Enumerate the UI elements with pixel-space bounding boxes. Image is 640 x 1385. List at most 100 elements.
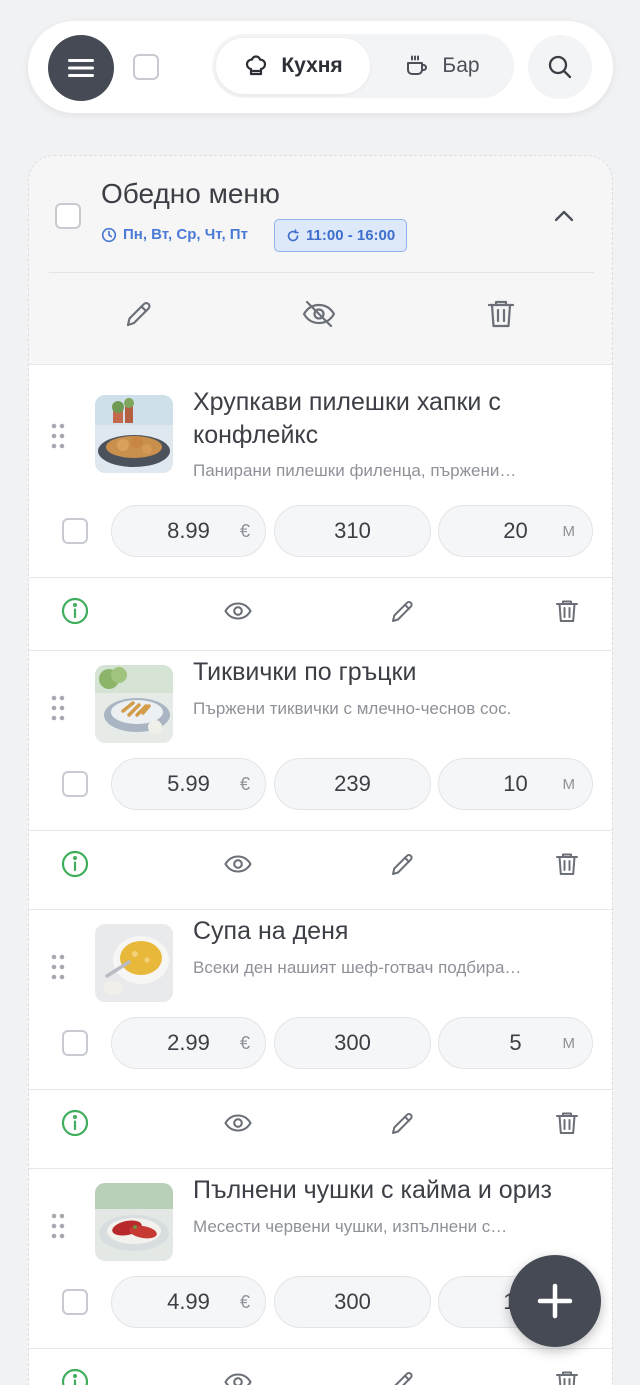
item-description: Панирани пилешки филенца, пържени… [193,461,517,480]
menu-item-card: Супа на деня Всеки ден нашият шеф-готвач… [29,909,612,1195]
edit-menu-icon[interactable] [121,296,157,332]
tab-bar-label: Бар [442,54,480,77]
prep-time-field[interactable]: 5 M [438,1017,593,1069]
weight-field[interactable]: 310 [274,505,431,557]
chef-hat-icon [246,55,267,76]
weight-value: 300 [334,1289,371,1314]
section-switcher: Кухня Бар [212,34,514,98]
item-checkbox[interactable] [62,1289,88,1315]
search-icon [548,55,572,79]
item-name: Хрупкави пилешки хапки с конфлейкс [193,386,593,452]
info-icon[interactable] [60,1367,90,1385]
menu-header: Обедно меню Пн, Вт, Ср, Чт, Пт 11:00 - 1… [29,156,612,366]
trash-icon[interactable] [552,849,582,879]
prep-time-field[interactable]: 10 M [438,758,593,810]
info-icon[interactable] [60,849,90,879]
item-checkbox[interactable] [62,771,88,797]
eye-icon[interactable] [223,849,253,879]
plus-icon [537,1283,573,1319]
eye-icon[interactable] [223,1108,253,1138]
weight-field[interactable]: 300 [274,1276,431,1328]
currency-label: € [239,1291,250,1312]
delete-menu-icon[interactable] [483,296,519,332]
menu-item-card: Тиквички по гръцки Пържени тиквички с мл… [29,650,612,936]
tab-kitchen[interactable]: Кухня [216,38,370,94]
dish-thumbnail [95,1183,173,1261]
dish-thumbnail [95,924,173,1002]
cup-icon [407,55,428,75]
prep-time-field[interactable]: 20 M [438,505,593,557]
menu-time-label: 11:00 - 16:00 [306,227,396,244]
currency-label: € [239,1032,250,1053]
menu-title: Обедно меню [101,178,280,209]
edit-icon[interactable] [388,1108,418,1138]
trash-icon[interactable] [552,1367,582,1385]
menu-item-card: Хрупкави пилешки хапки с конфлейкс Панир… [29,364,612,650]
trash-icon[interactable] [552,1108,582,1138]
drag-handle-icon[interactable] [49,1211,67,1241]
item-description: Месести червени чушки, изпълнени с… [193,1217,508,1236]
select-all-checkbox[interactable] [133,54,159,80]
menu-checkbox[interactable] [55,203,81,229]
divider [29,1089,612,1090]
weight-value: 310 [334,518,371,543]
tab-bar[interactable]: Бар [374,38,510,94]
menu-days: Пн, Вт, Ср, Чт, Пт [101,226,248,243]
menu-card: Обедно меню Пн, Вт, Ср, Чт, Пт 11:00 - 1… [28,155,613,1385]
weight-field[interactable]: 300 [274,1017,431,1069]
currency-label: € [239,773,250,794]
divider [29,830,612,831]
eye-icon[interactable] [223,596,253,626]
prep-time-unit: M [562,775,576,793]
price-value: 5.99 [167,771,210,796]
divider [49,272,594,273]
item-checkbox[interactable] [62,1030,88,1056]
price-value: 2.99 [167,1030,210,1055]
price-field[interactable]: 5.99 € [111,758,266,810]
menu-button[interactable] [48,35,114,101]
weight-value: 239 [334,771,371,796]
dish-thumbnail [95,395,173,473]
drag-handle-icon[interactable] [49,421,67,451]
hamburger-icon [68,59,94,77]
divider [29,1348,612,1349]
price-field[interactable]: 4.99 € [111,1276,266,1328]
tab-kitchen-label: Кухня [281,54,343,77]
item-name-line2: конфлейкс [193,421,319,449]
item-checkbox[interactable] [62,518,88,544]
prep-time-unit: M [562,1034,576,1052]
edit-icon[interactable] [388,596,418,626]
price-field[interactable]: 8.99 € [111,505,266,557]
drag-handle-icon[interactable] [49,952,67,982]
prep-time-value: 10 [503,771,528,796]
item-name: Супа на деня [193,917,349,945]
item-name-line1: Хрупкави пилешки хапки с [193,388,501,416]
item-name: Пълнени чушки с кайма и ориз [193,1176,553,1204]
prep-time-value: 20 [503,518,528,543]
top-bar: Кухня Бар [28,21,613,113]
search-button[interactable] [528,35,592,99]
add-item-button[interactable] [509,1255,601,1347]
prep-time-unit: M [562,522,576,540]
price-value: 4.99 [167,1289,210,1314]
eye-icon[interactable] [223,1367,253,1385]
weight-value: 300 [334,1030,371,1055]
edit-icon[interactable] [388,1367,418,1385]
drag-handle-icon[interactable] [49,693,67,723]
edit-icon[interactable] [388,849,418,879]
refresh-icon [287,228,299,241]
price-field[interactable]: 2.99 € [111,1017,266,1069]
price-value: 8.99 [167,518,210,543]
info-icon[interactable] [60,1108,90,1138]
item-description: Всеки ден нашият шеф-готвач подбира… [193,958,522,977]
chevron-up-icon[interactable] [548,200,580,232]
menu-days-label: Пн, Вт, Ср, Чт, Пт [123,226,248,243]
trash-icon[interactable] [552,596,582,626]
clock-icon [101,227,117,242]
weight-field[interactable]: 239 [274,758,431,810]
item-description: Пържени тиквички с млечно-чеснов сос. [193,699,512,718]
menu-actions [29,296,612,340]
hide-menu-icon[interactable] [301,296,337,332]
info-icon[interactable] [60,596,90,626]
menu-time-badge: 11:00 - 16:00 [274,219,408,252]
